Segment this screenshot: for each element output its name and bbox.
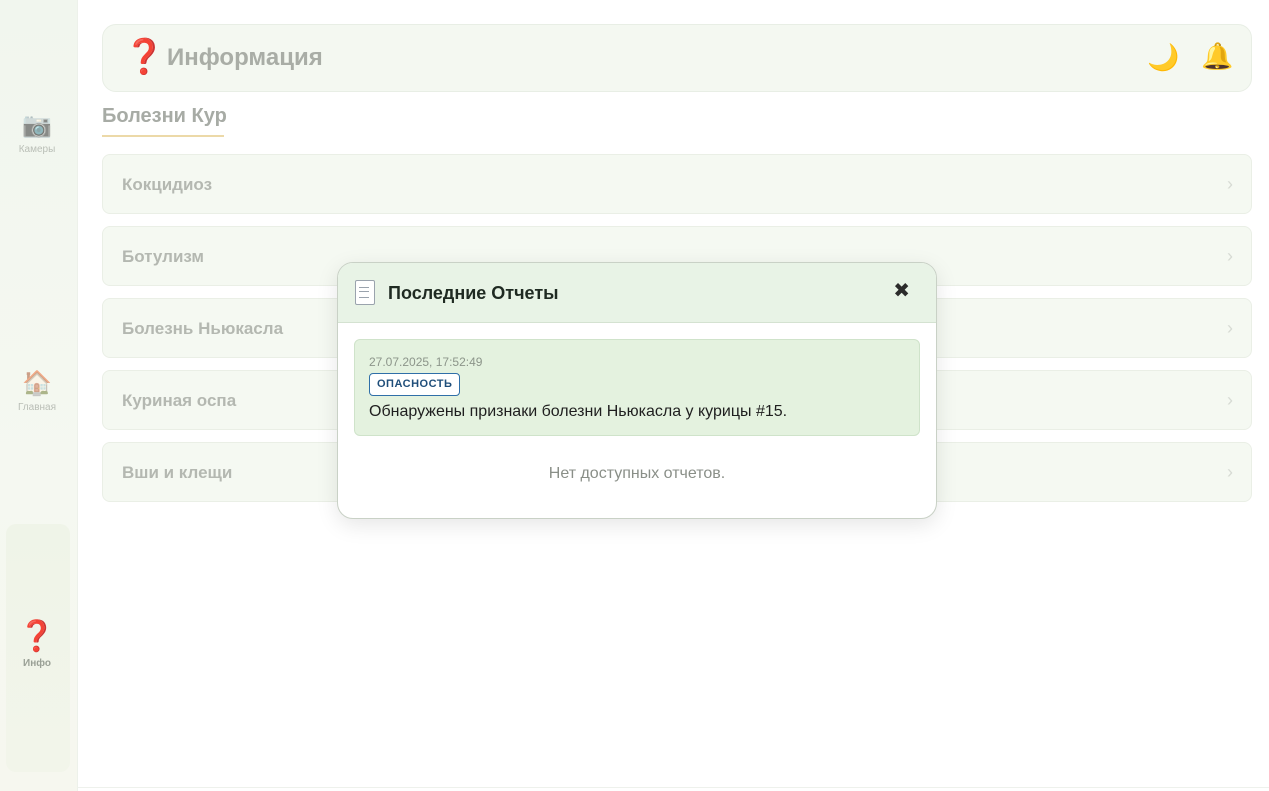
- report-timestamp: 27.07.2025, 17:52:49: [369, 355, 483, 369]
- app-root: 📷 Камеры 🏠 Главная ❓ Инфо ❓ Информация 🌙…: [0, 0, 1269, 791]
- document-icon: [355, 280, 375, 305]
- modal-header: Последние Отчеты ✖: [338, 263, 936, 323]
- severity-badge: ОПАСНОСТЬ: [369, 373, 461, 396]
- empty-state-text: Нет доступных отчетов.: [548, 465, 726, 482]
- reports-modal: Последние Отчеты ✖ 27.07.2025, 17:52:49 …: [337, 262, 937, 519]
- report-card: 27.07.2025, 17:52:49 ОПАСНОСТЬ Обнаружен…: [354, 339, 920, 436]
- modal-title: Последние Отчеты: [388, 283, 559, 303]
- close-icon[interactable]: ✖: [893, 280, 910, 302]
- report-message: Обнаружены признаки болезни Ньюкасла у к…: [369, 403, 788, 420]
